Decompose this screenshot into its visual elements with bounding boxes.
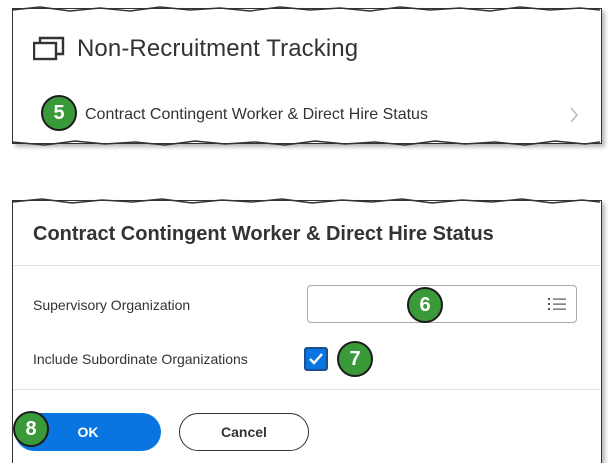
torn-edge-mid bbox=[11, 140, 601, 146]
supervisory-organization-label: Supervisory Organization bbox=[33, 297, 191, 313]
non-recruitment-tracking-panel: Non-Recruitment Tracking Contract Contin… bbox=[12, 8, 602, 144]
tracking-title: Non-Recruitment Tracking bbox=[77, 35, 359, 62]
report-link[interactable]: Contract Contingent Worker & Direct Hire… bbox=[85, 106, 428, 124]
chevron-right-icon bbox=[570, 107, 579, 123]
report-link-row[interactable]: Contract Contingent Worker & Direct Hire… bbox=[57, 95, 601, 135]
cancel-button[interactable]: Cancel bbox=[179, 413, 309, 451]
window-icon bbox=[33, 36, 65, 61]
include-subordinate-label: Include Subordinate Organizations bbox=[33, 351, 248, 367]
torn-edge-top bbox=[11, 6, 601, 12]
callout-5: 5 bbox=[41, 95, 77, 131]
callout-6: 6 bbox=[407, 287, 443, 323]
callout-8: 8 bbox=[13, 411, 49, 447]
tracking-header: Non-Recruitment Tracking bbox=[33, 35, 358, 63]
title-divider bbox=[13, 265, 601, 266]
check-icon bbox=[309, 353, 323, 365]
actions-divider bbox=[13, 389, 601, 390]
report-prompt-dialog: Contract Contingent Worker & Direct Hire… bbox=[12, 200, 602, 463]
list-icon[interactable] bbox=[548, 297, 566, 311]
callout-7: 7 bbox=[337, 341, 373, 377]
dialog-title: Contract Contingent Worker & Direct Hire… bbox=[33, 223, 494, 245]
include-subordinate-checkbox[interactable] bbox=[304, 347, 328, 371]
torn-edge-bottom-panel bbox=[11, 198, 601, 204]
